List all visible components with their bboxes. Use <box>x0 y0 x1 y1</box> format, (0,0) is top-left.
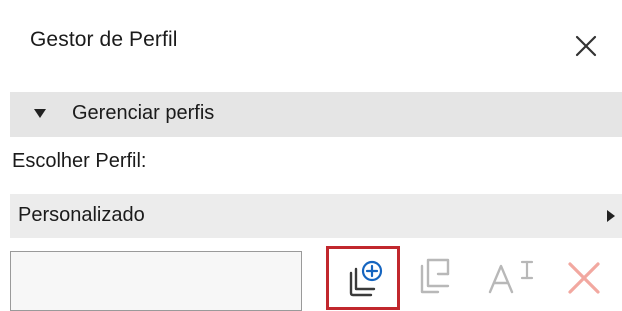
manage-profiles-section-header[interactable]: Gerenciar perfis <box>10 92 622 137</box>
close-button[interactable] <box>568 28 604 64</box>
delete-icon <box>568 262 600 294</box>
profile-manager-panel: Gestor de Perfil Gerenciar perfis Escolh… <box>0 0 622 311</box>
triangle-down-icon <box>34 109 46 119</box>
choose-profile-label: Escolher Perfil: <box>12 150 147 172</box>
profile-name-input[interactable] <box>10 251 302 311</box>
window-title: Gestor de Perfil <box>30 28 178 51</box>
triangle-right-icon <box>607 210 615 222</box>
title-bar: Gestor de Perfil <box>0 0 622 92</box>
rename-profile-button[interactable] <box>486 256 538 298</box>
close-icon <box>575 35 597 57</box>
selected-profile: Personalizado <box>18 204 145 226</box>
rename-icon <box>488 260 534 294</box>
duplicate-profile-button[interactable] <box>414 256 454 298</box>
duplicate-icon <box>420 258 450 294</box>
delete-profile-button[interactable] <box>562 256 606 300</box>
new-profile-button[interactable] <box>326 246 400 310</box>
new-profile-icon <box>349 260 383 297</box>
profile-select[interactable]: Personalizado <box>10 194 622 238</box>
section-label: Gerenciar perfis <box>72 102 215 124</box>
